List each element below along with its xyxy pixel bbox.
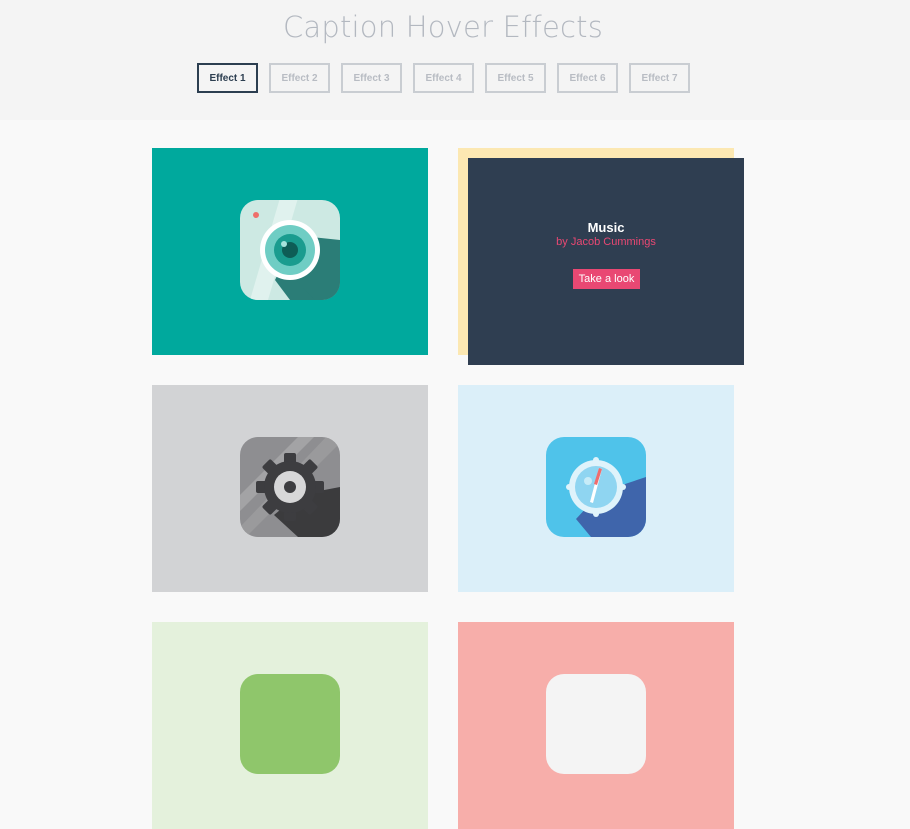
effect-3-tab[interactable]: Effect 3 xyxy=(341,63,402,93)
effect-4-tab[interactable]: Effect 4 xyxy=(413,63,474,93)
settings-gear-icon xyxy=(240,437,340,537)
caption-title: Music xyxy=(587,220,625,235)
grid-item-settings[interactable] xyxy=(152,385,428,592)
app-icon xyxy=(240,674,340,774)
effect-6-tab[interactable]: Effect 6 xyxy=(557,63,618,93)
page-title: Caption Hover Effects xyxy=(282,10,604,44)
take-a-look-button[interactable]: Take a look xyxy=(573,269,640,289)
camera-icon xyxy=(240,200,340,300)
grid-item-camera[interactable] xyxy=(152,148,428,355)
caption-overlay: Music by Jacob Cummings Take a look xyxy=(468,158,744,365)
effect-7-tab[interactable]: Effect 7 xyxy=(629,63,690,93)
grid-item-compass[interactable] xyxy=(458,385,734,592)
grid-item-5[interactable] xyxy=(152,622,428,829)
caption-author: by Jacob Cummings xyxy=(556,236,656,248)
page-header: Caption Hover Effects Effect 1 Effect 2 … xyxy=(0,0,910,120)
effect-5-tab[interactable]: Effect 5 xyxy=(485,63,546,93)
effects-nav: Effect 1 Effect 2 Effect 3 Effect 4 Effe… xyxy=(0,63,910,93)
compass-icon xyxy=(546,437,646,537)
effect-1-tab[interactable]: Effect 1 xyxy=(197,63,258,93)
effect-2-tab[interactable]: Effect 2 xyxy=(269,63,330,93)
grid-item-6[interactable] xyxy=(458,622,734,829)
app-icon xyxy=(546,674,646,774)
